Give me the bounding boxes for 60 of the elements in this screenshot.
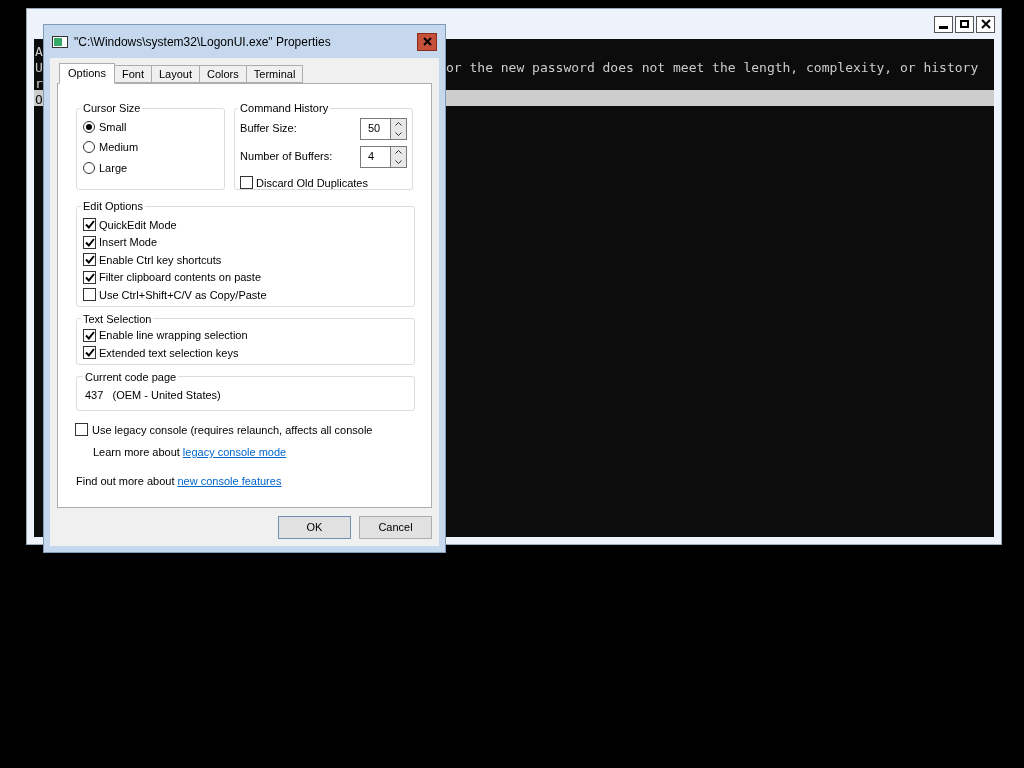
group-label: Text Selection [82,311,153,327]
tab[interactable]: Options [59,63,115,84]
info-text: Find out more about [76,473,175,489]
tab[interactable]: Colors [198,65,247,83]
checkbox[interactable] [83,288,96,301]
close-icon [422,37,432,46]
console-text: O [34,91,44,106]
checkbox-label: QuickEdit Mode [99,217,177,233]
console-features-link[interactable]: new console features [177,472,282,489]
checkbox[interactable] [83,253,96,266]
checkbox-label: Enable Ctrl key shortcuts [99,252,222,268]
tab[interactable]: Terminal [245,65,304,83]
checkbox-label: Discard Old Duplicates [256,175,368,191]
checkbox[interactable] [75,423,88,437]
field-label: Number of Buffers: [240,149,333,165]
checkbox[interactable] [83,218,96,231]
field-label: Buffer Size: [240,121,297,137]
dialog-button[interactable]: OK [278,516,351,539]
group-label: Cursor Size [82,101,142,116]
radio-button[interactable] [83,120,95,133]
spinner-arrows[interactable] [391,145,407,168]
group-label: Command History [239,101,330,116]
checkbox-label: Enable line wrapping selection [99,328,248,343]
console-text: r [34,75,44,90]
radio-button[interactable] [83,161,95,174]
number-field[interactable]: 4 [360,145,391,168]
checkbox[interactable] [83,328,96,342]
checkbox[interactable] [83,346,96,359]
checkbox-label: Extended text selection keys [99,345,239,361]
radio-label: Large [99,160,128,176]
number-field[interactable]: 50 [360,117,391,140]
checkbox-label: Use Ctrl+Shift+C/V as Copy/Paste [99,287,267,303]
close-button[interactable] [417,32,437,51]
info-text: Learn more about [93,445,180,460]
radio-label: Small [99,119,127,135]
radio-label: Medium [99,140,139,155]
minimize-button[interactable] [934,15,953,33]
tab[interactable]: Layout [150,65,200,83]
console-text: or the new password does not meet the length, complexity, or history [446,59,979,74]
console-text: A [34,43,44,58]
radio-button[interactable] [83,141,95,154]
close-button[interactable] [976,15,995,33]
legacy-console-link[interactable]: legacy console mode [182,444,287,461]
console-text: U [34,59,44,74]
code-page-value: 437 (OEM - United States) [85,388,222,403]
checkbox[interactable] [83,270,96,284]
group-label: Current code page [84,369,178,385]
dialog-button[interactable]: Cancel [359,516,432,539]
window-title: "C:\Windows\system32\LogonUI.exe" Properties [74,33,332,51]
checkbox-label: Use legacy console (requires relaunch, affects all console [92,422,373,438]
checkbox-label: Insert Mode [99,235,158,250]
console-icon [52,35,68,48]
tab[interactable]: Font [113,65,152,83]
maximize-button[interactable] [955,15,974,33]
checkbox[interactable] [83,235,96,249]
close-icon [980,19,991,29]
checkbox[interactable] [240,176,254,190]
checkbox-label: Filter clipboard contents on paste [99,270,262,285]
spinner-arrows[interactable] [391,117,407,140]
group-label: Edit Options [82,199,144,214]
